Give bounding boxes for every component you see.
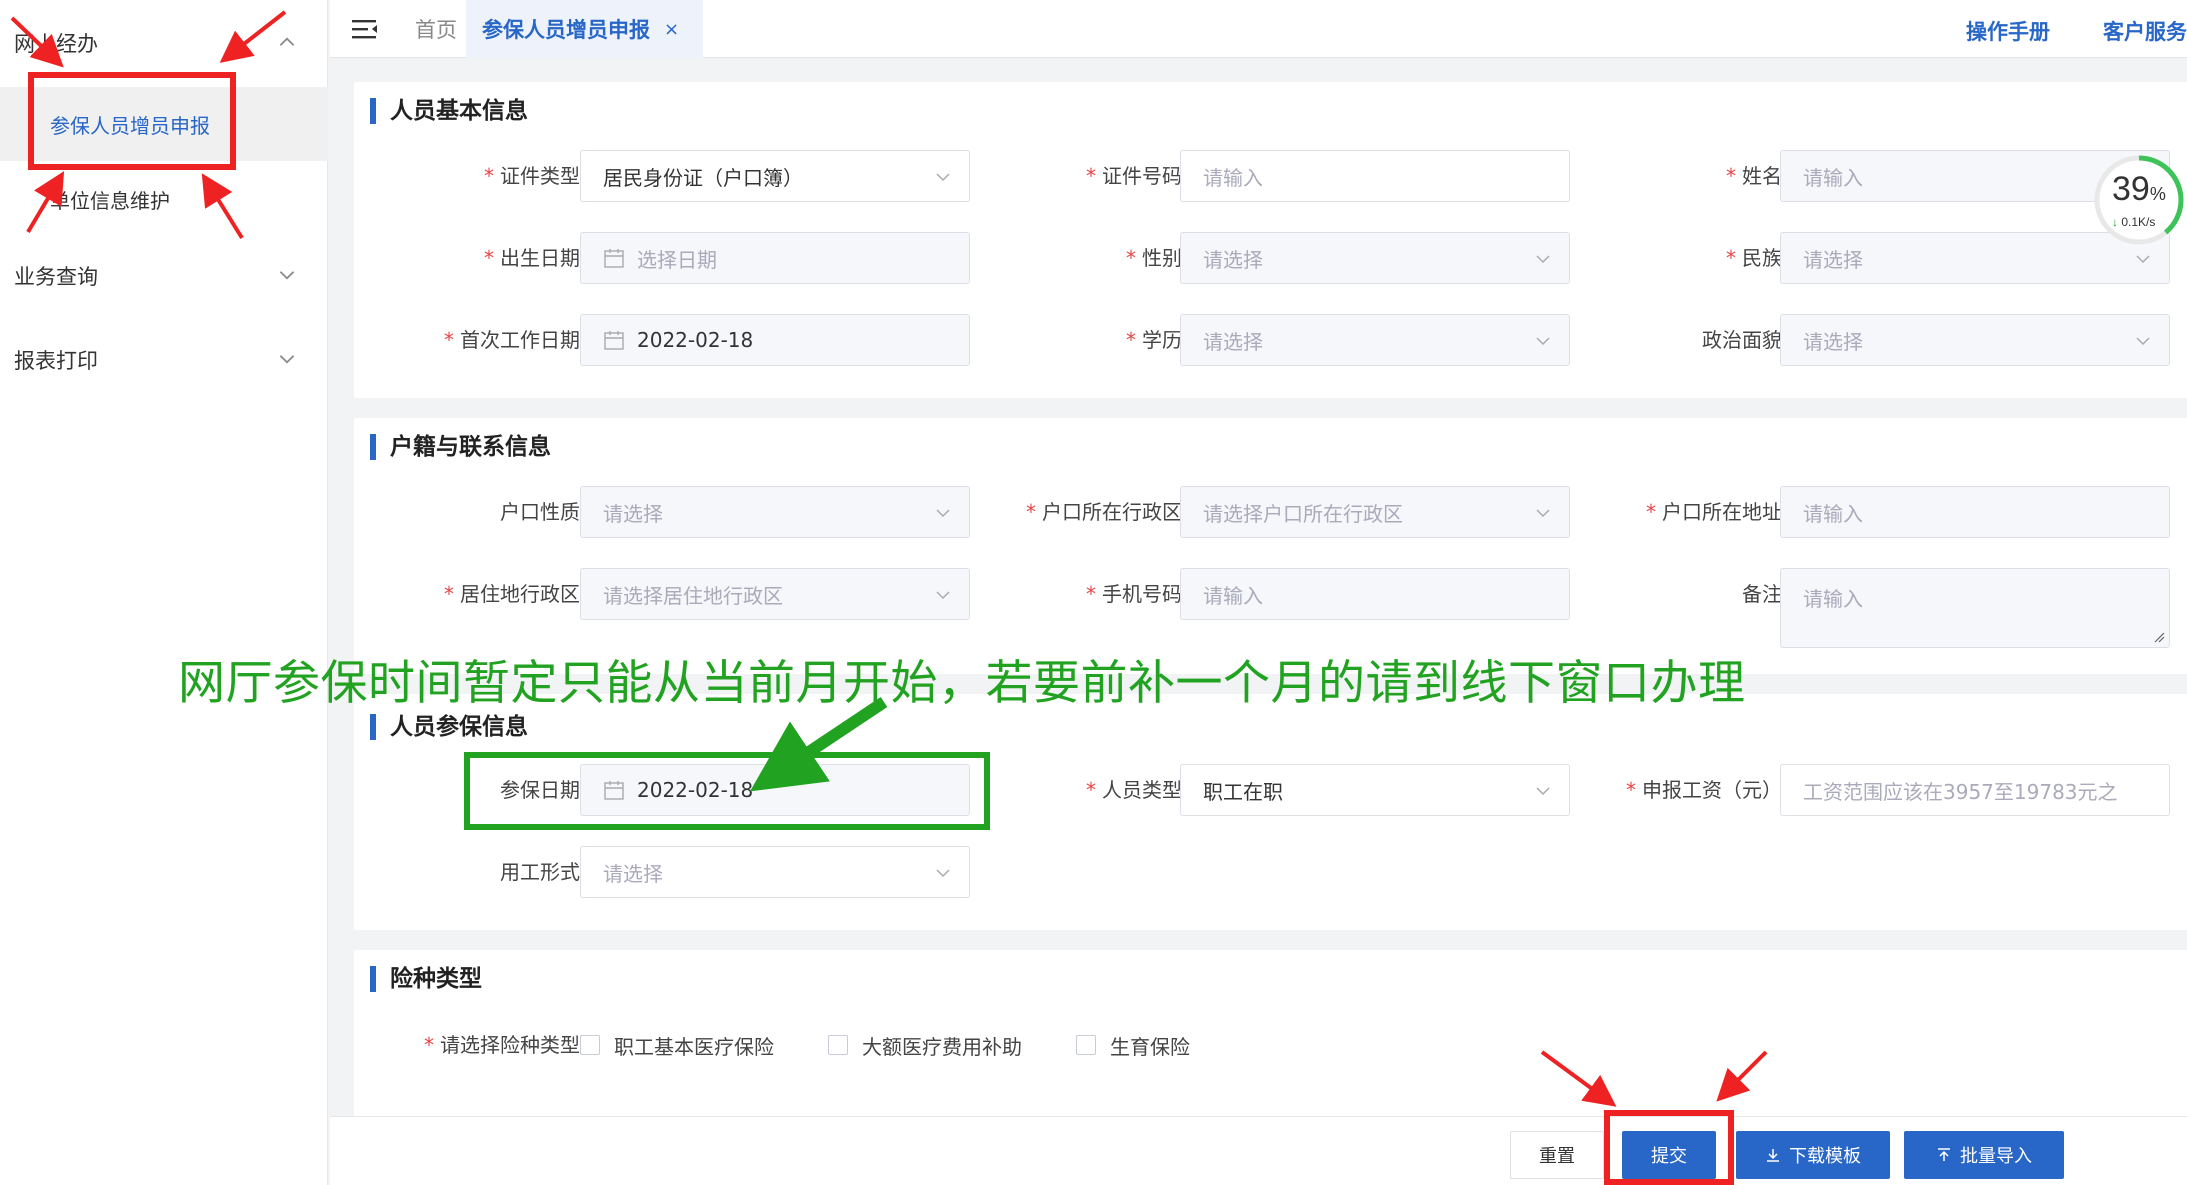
customer-service-link[interactable]: 客户服务 [2103, 16, 2187, 46]
hukou-type-select[interactable]: 请选择 [580, 486, 970, 538]
manual-link[interactable]: 操作手册 [1966, 16, 2050, 46]
reset-button[interactable]: 重置 [1510, 1131, 1604, 1179]
phone-input[interactable]: 请输入 [1180, 568, 1570, 620]
politics-label: 政治面貌 [1702, 328, 1782, 352]
ethnicity-label: * 民族 [1726, 246, 1782, 270]
calendar-icon [604, 249, 624, 268]
hukou-address-label: * 户口所在地址 [1646, 500, 1782, 524]
calendar-icon [604, 331, 624, 350]
tab-member-add[interactable]: 参保人员增员申报 × [466, 0, 704, 58]
section-title: 人员参保信息 [370, 714, 528, 740]
birth-date-label: * 出生日期 [484, 246, 580, 270]
menu-group-label: 业务查询 [14, 265, 98, 289]
checkbox-major-medical[interactable] [828, 1035, 848, 1055]
tab-label: 首页 [415, 18, 457, 42]
sidebar: 网上经办 参保人员增员申报 单位信息维护 业务查询 报表打印 [0, 0, 328, 1185]
insurance-types-card: 险种类型 * 请选择险种类型 职工基本医疗保险 大额医疗费用补助 生育保险 [354, 950, 2187, 1116]
download-template-button[interactable]: 下载模板 [1736, 1131, 1890, 1179]
checkbox-label: 大额医疗费用补助 [862, 1035, 1022, 1059]
employment-type-label: 用工形式 [500, 860, 580, 884]
menu-toggle-icon[interactable] [352, 18, 378, 40]
annotation-note: 网厅参保时间暂定只能从当前月开始，若要前补一个月的请到线下窗口办理 [178, 656, 1746, 711]
name-label: * 姓名 [1726, 164, 1782, 188]
wage-input[interactable]: 工资范围应该在3957至19783元之 [1780, 764, 2170, 816]
chevron-down-icon [936, 173, 950, 182]
chevron-down-icon [1536, 787, 1550, 796]
employment-type-select[interactable]: 请选择 [580, 846, 970, 898]
chevron-down-icon [1536, 255, 1550, 264]
education-label: * 学历 [1126, 328, 1182, 352]
gender-select[interactable]: 请选择 [1180, 232, 1570, 284]
sidebar-item-unit-info[interactable]: 单位信息维护 [0, 162, 328, 236]
resize-handle-icon[interactable] [2153, 631, 2165, 643]
remark-textarea[interactable]: 请输入 [1780, 568, 2170, 648]
annotation-box-sidebar [28, 72, 236, 170]
section-title: 险种类型 [370, 966, 482, 992]
checkbox-label: 职工基本医疗保险 [614, 1035, 774, 1059]
politics-select[interactable]: 请选择 [1780, 314, 2170, 366]
menu-group-report-print[interactable]: 报表打印 [0, 330, 328, 390]
upload-icon [1938, 1148, 1950, 1161]
first-work-date-picker[interactable]: 2022-02-18 [580, 314, 970, 366]
phone-label: * 手机号码 [1086, 582, 1182, 606]
gauge-percent: 39% [2112, 170, 2166, 208]
hukou-type-label: 户口性质 [500, 500, 580, 524]
insurance-types-label: * 请选择险种类型 [424, 1033, 580, 1057]
batch-import-button[interactable]: 批量导入 [1904, 1131, 2064, 1179]
menu-group-online-service[interactable]: 网上经办 [0, 13, 328, 73]
gauge-speed: ↓ 0.1K/s [2112, 215, 2156, 229]
residence-region-label: * 居住地行政区 [444, 582, 580, 606]
chevron-down-icon [936, 509, 950, 518]
tab-home[interactable]: 首页 [415, 0, 457, 58]
menu-group-business-query[interactable]: 业务查询 [0, 246, 328, 306]
id-type-select[interactable]: 居民身份证（户口簿） [580, 150, 970, 202]
chevron-up-icon [279, 37, 295, 46]
id-number-input[interactable]: 请输入 [1180, 150, 1570, 202]
chevron-down-icon [279, 271, 295, 280]
hukou-address-input[interactable]: 请输入 [1780, 486, 2170, 538]
birth-date-picker[interactable]: 选择日期 [580, 232, 970, 284]
arrow-down-icon: ↓ [2112, 215, 2118, 229]
basic-info-card: 人员基本信息 * 证件类型 居民身份证（户口簿） * 证件号码 请输入 * 姓名 请输… [354, 82, 2187, 398]
hukou-region-select[interactable]: 请选择户口所在行政区 [1180, 486, 1570, 538]
remark-label: 备注 [1742, 582, 1782, 606]
section-title: 户籍与联系信息 [370, 434, 551, 460]
chevron-down-icon [936, 591, 950, 600]
id-type-label: * 证件类型 [484, 164, 580, 188]
menu-group-label: 网上经办 [14, 32, 98, 56]
checkbox-medical-insurance[interactable] [580, 1035, 600, 1055]
chevron-down-icon [1536, 509, 1550, 518]
checkbox-maternity[interactable] [1076, 1035, 1096, 1055]
tab-label: 参保人员增员申报 [482, 18, 650, 42]
wage-label: * 申报工资（元） [1626, 778, 1782, 802]
download-icon [1767, 1149, 1779, 1162]
education-select[interactable]: 请选择 [1180, 314, 1570, 366]
section-title: 人员基本信息 [370, 98, 528, 124]
top-bar: 首页 参保人员增员申报 × 操作手册 客户服务 [330, 0, 2187, 58]
chevron-down-icon [2136, 255, 2150, 264]
annotation-box-insurance-date [464, 752, 990, 830]
id-number-label: * 证件号码 [1086, 164, 1182, 188]
chevron-down-icon [2136, 337, 2150, 346]
household-info-card: 户籍与联系信息 户口性质 请选择 * 户口所在行政区 请选择户口所在行政区 * 户口… [354, 418, 2187, 674]
chevron-down-icon [1536, 337, 1550, 346]
close-icon[interactable]: × [664, 19, 679, 40]
first-work-date-label: * 首次工作日期 [444, 328, 580, 352]
hukou-region-label: * 户口所在行政区 [1026, 500, 1182, 524]
chevron-down-icon [936, 869, 950, 878]
person-type-label: * 人员类型 [1086, 778, 1182, 802]
annotation-box-submit [1604, 1110, 1734, 1185]
checkbox-label: 生育保险 [1110, 1035, 1190, 1059]
person-type-select[interactable]: 职工在职 [1180, 764, 1570, 816]
gender-label: * 性别 [1126, 246, 1182, 270]
chevron-down-icon [279, 355, 295, 364]
residence-region-select[interactable]: 请选择居住地行政区 [580, 568, 970, 620]
sidebar-item-label: 单位信息维护 [50, 188, 170, 213]
menu-group-label: 报表打印 [14, 349, 98, 373]
